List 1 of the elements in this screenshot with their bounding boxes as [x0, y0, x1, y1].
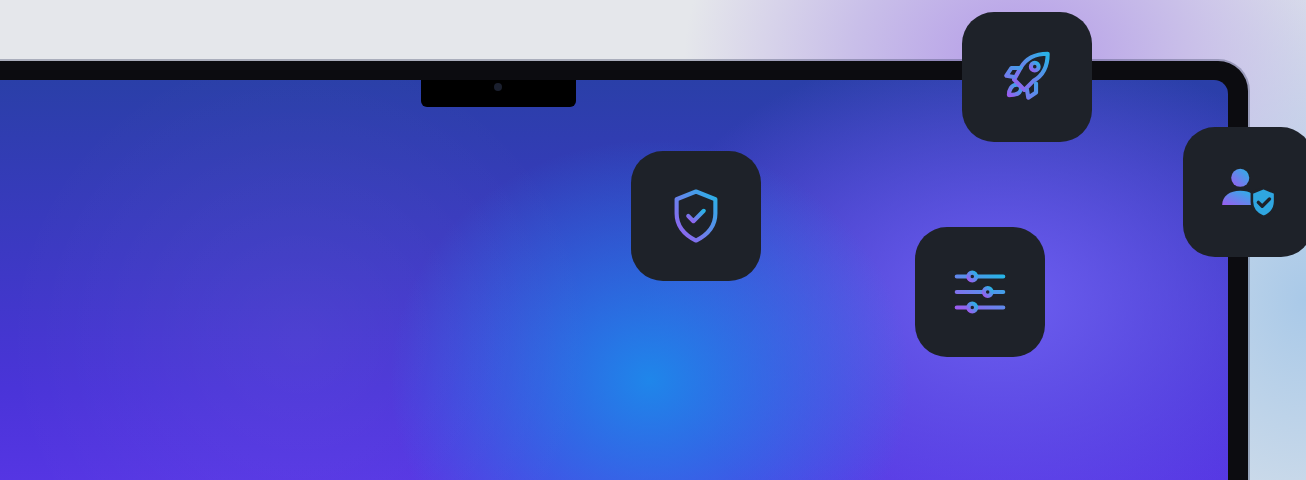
camera-icon [494, 83, 502, 91]
